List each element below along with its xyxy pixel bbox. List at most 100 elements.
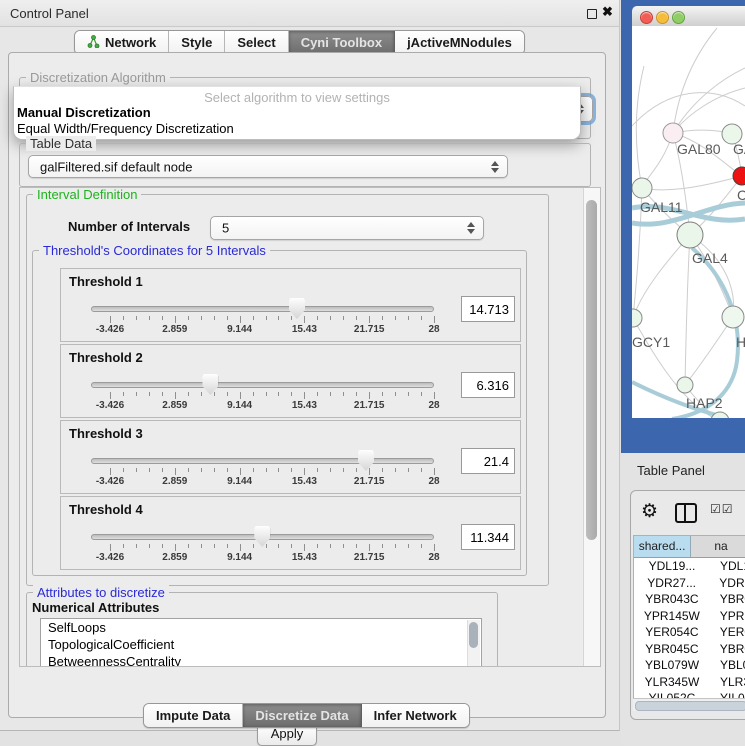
attribute-list-item[interactable]: TopologicalCoefficient xyxy=(41,636,481,653)
network-canvas[interactable]: GAL80GACGAL11GAL4GCY1HHAP2 xyxy=(632,26,745,418)
cell-shared-name[interactable]: YER054C xyxy=(634,624,710,641)
node-attribute-table[interactable]: shared... na YDL19...YDL1YDR27...YDR2YBR… xyxy=(633,535,745,699)
cell-name[interactable]: YBR0 xyxy=(710,641,745,658)
cell-shared-name[interactable]: YBL079W xyxy=(634,657,710,674)
threshold-1-value-field[interactable]: 14.713 xyxy=(461,296,515,322)
float-window-icon[interactable] xyxy=(587,9,597,19)
network-node-HAP2[interactable] xyxy=(677,377,693,393)
network-edge[interactable] xyxy=(642,176,742,190)
table-row[interactable]: YER054CYER0 xyxy=(634,624,745,641)
threshold-3-slider-track[interactable] xyxy=(91,458,434,464)
tab-infer-network[interactable]: Infer Network xyxy=(362,704,469,727)
slider-tick-label: 2.859 xyxy=(162,400,187,411)
cell-name[interactable]: YDL1 xyxy=(710,558,745,575)
network-node-GAL4[interactable] xyxy=(677,222,703,248)
slider-tick xyxy=(343,392,344,396)
settings-scrollbar[interactable] xyxy=(583,188,600,666)
cell-shared-name[interactable]: YBR043C xyxy=(634,591,710,608)
table-horizontal-scrollbar-thumb[interactable] xyxy=(635,701,745,711)
threshold-2-slider-track[interactable] xyxy=(91,382,434,388)
network-node-GCY1[interactable] xyxy=(632,309,642,327)
table-row[interactable]: YDR27...YDR2 xyxy=(634,575,745,592)
column-layout-icon[interactable] xyxy=(675,503,697,523)
table-row[interactable]: YPR145WYPR1 xyxy=(634,608,745,625)
cell-name[interactable]: YPR1 xyxy=(710,608,745,625)
tab-select[interactable]: Select xyxy=(225,31,288,54)
threshold-4-slider-thumb[interactable] xyxy=(254,526,270,547)
tab-network[interactable]: Network xyxy=(75,31,169,54)
tab-impute-data[interactable]: Impute Data xyxy=(144,704,243,727)
table-horizontal-scrollbar[interactable] xyxy=(633,698,745,711)
network-edge[interactable] xyxy=(673,68,745,133)
network-node-GAL11[interactable] xyxy=(632,178,652,198)
cell-name[interactable]: YBL0 xyxy=(710,657,745,674)
slider-tick-label: 15.43 xyxy=(292,552,317,563)
minimize-traffic-light-icon[interactable] xyxy=(656,11,669,24)
dropdown-item-equal-width-frequency[interactable]: Equal Width/Frequency Discretization xyxy=(17,121,234,136)
cell-shared-name[interactable]: YBR045C xyxy=(634,641,710,658)
table-data-combo[interactable]: galFiltered.sif default node xyxy=(28,155,508,178)
network-edge[interactable] xyxy=(685,235,690,385)
network-node-red[interactable] xyxy=(733,167,745,185)
threshold-3-slider-thumb[interactable] xyxy=(358,450,374,471)
zoom-traffic-light-icon[interactable] xyxy=(672,11,685,24)
column-header-name[interactable]: na xyxy=(691,536,745,557)
network-edge[interactable] xyxy=(690,235,734,317)
close-icon[interactable]: ✖ xyxy=(602,4,613,20)
cell-name[interactable]: YDR2 xyxy=(709,575,745,592)
network-edge[interactable] xyxy=(632,93,745,126)
attribute-list-item[interactable]: BetweennessCentrality xyxy=(41,653,481,667)
algorithm-dropdown-popup: Select algorithm to view settings Manual… xyxy=(13,86,581,140)
slider-tick-label: -3.426 xyxy=(96,324,124,335)
network-node-GAL80[interactable] xyxy=(663,123,683,143)
dropdown-item-manual-discretization[interactable]: Manual Discretization xyxy=(17,105,151,120)
attribute-list-item[interactable]: SelfLoops xyxy=(41,619,481,636)
tab-discretize-data[interactable]: Discretize Data xyxy=(243,704,361,727)
list-scrollbar-thumb[interactable] xyxy=(469,622,478,648)
network-window: GAL80GACGAL11GAL4GCY1HHAP2 xyxy=(632,6,745,418)
network-edge[interactable] xyxy=(636,66,644,188)
cell-shared-name[interactable]: YLR345W xyxy=(634,674,710,691)
threshold-3-label: Threshold 3 xyxy=(69,426,143,441)
cell-name[interactable]: YLR3 xyxy=(710,674,745,691)
threshold-4-value-field[interactable]: 11.344 xyxy=(461,524,515,550)
close-traffic-light-icon[interactable] xyxy=(640,11,653,24)
slider-tick xyxy=(227,392,228,396)
combo-stepper-icon xyxy=(466,222,475,234)
slider-tick xyxy=(214,316,215,320)
slider-tick-label: 28 xyxy=(428,552,439,563)
network-edge[interactable] xyxy=(633,235,690,318)
slider-tick xyxy=(434,468,435,475)
checkbox-icons[interactable]: ☑☑ xyxy=(710,502,734,516)
cell-name[interactable]: YBR0 xyxy=(710,591,745,608)
tab-jactivemnodules[interactable]: jActiveMNodules xyxy=(395,31,524,54)
slider-tick xyxy=(253,544,254,548)
table-row[interactable]: YLR345WYLR3 xyxy=(634,674,745,691)
tab-style[interactable]: Style xyxy=(169,31,225,54)
network-edge[interactable] xyxy=(673,28,717,133)
table-row[interactable]: YBL079WYBL0 xyxy=(634,657,745,674)
list-scrollbar[interactable] xyxy=(467,620,480,667)
cell-shared-name[interactable]: YDL19... xyxy=(634,558,710,575)
tab-cyni-toolbox[interactable]: Cyni Toolbox xyxy=(289,31,395,54)
gear-icon[interactable]: ⚙ xyxy=(641,500,658,523)
table-row[interactable]: YBR045CYBR0 xyxy=(634,641,745,658)
table-row[interactable]: YDL19...YDL1 xyxy=(634,558,745,575)
cell-shared-name[interactable]: YDR27... xyxy=(634,575,709,592)
slider-tick xyxy=(369,316,370,323)
numerical-attributes-list[interactable]: SelfLoopsTopologicalCoefficientBetweenne… xyxy=(40,618,482,667)
cell-shared-name[interactable]: YPR145W xyxy=(634,608,710,625)
threshold-2-slider-thumb[interactable] xyxy=(202,374,218,395)
network-node-H[interactable] xyxy=(722,306,744,328)
settings-scrollbar-thumb[interactable] xyxy=(586,200,597,540)
network-edge[interactable] xyxy=(685,317,733,385)
cell-name[interactable]: YER0 xyxy=(710,624,745,641)
network-window-titlebar[interactable] xyxy=(632,6,745,27)
number-of-intervals-combo[interactable]: 5 xyxy=(210,216,484,240)
slider-tick-label: 15.43 xyxy=(292,400,317,411)
column-header-shared-name[interactable]: shared... xyxy=(634,536,691,557)
table-row[interactable]: YBR043CYBR0 xyxy=(634,591,745,608)
threshold-2-value-field[interactable]: 6.316 xyxy=(461,372,515,398)
threshold-3-value-field[interactable]: 21.4 xyxy=(461,448,515,474)
threshold-1-slider-track[interactable] xyxy=(91,306,434,312)
